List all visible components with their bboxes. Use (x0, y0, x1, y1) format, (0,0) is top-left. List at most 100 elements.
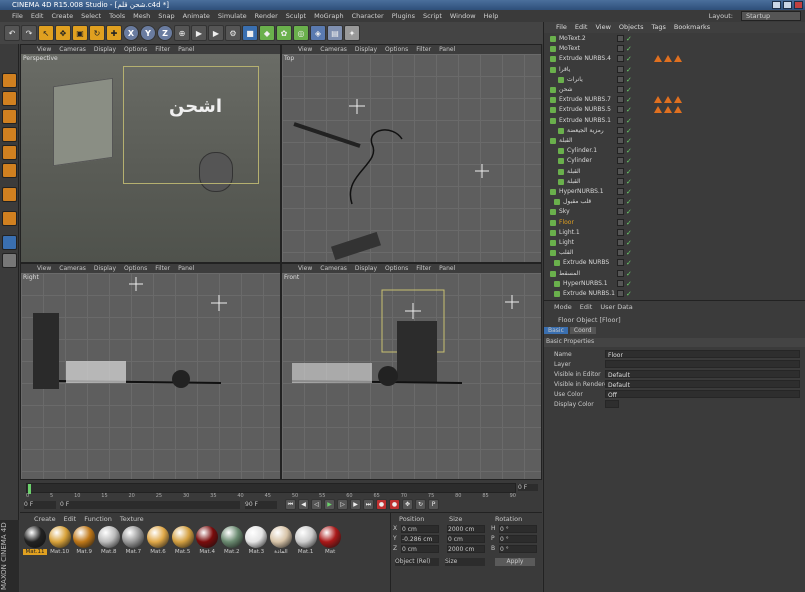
material-swatch[interactable] (24, 526, 46, 548)
visibility-toggle[interactable] (617, 259, 624, 267)
object-row[interactable]: يانرات ✓ (544, 75, 805, 85)
time-ruler[interactable] (26, 483, 516, 494)
enabled-check-icon[interactable]: ✓ (626, 207, 632, 217)
key-rotation-icon[interactable]: ↻ (415, 499, 426, 510)
y-axis-icon[interactable]: Y (140, 25, 156, 41)
object-row[interactable]: Extrude NURBS ✓ (544, 258, 805, 268)
object-row[interactable]: ياقرا ✓ (544, 65, 805, 75)
menu-help[interactable]: Help (480, 12, 503, 20)
object-row[interactable]: Extrude NURBS.1 ✓ (544, 116, 805, 126)
rotation-field[interactable]: 0 ° (499, 545, 537, 553)
material-swatch[interactable] (294, 526, 317, 548)
tab-basic[interactable]: Basic (544, 327, 568, 334)
object-row[interactable]: HyperNURBS.1 ✓ (544, 187, 805, 197)
object-row[interactable]: Extrude NURBS.5 ✓ (544, 105, 805, 115)
material-tag-icon[interactable] (674, 106, 682, 114)
material-tag-icon[interactable] (664, 106, 672, 114)
key-param-icon[interactable]: P (428, 499, 439, 510)
object-row[interactable]: MoText.2 ✓ (544, 34, 805, 44)
visibility-toggle[interactable] (617, 167, 624, 175)
menu-edit[interactable]: Edit (27, 12, 48, 20)
menu-create[interactable]: Create (47, 12, 77, 20)
position-field[interactable]: -0.286 cm (401, 535, 439, 543)
material-swatch[interactable] (73, 526, 96, 548)
enabled-check-icon[interactable]: ✓ (626, 187, 632, 197)
obj-menu-bookmarks[interactable]: Bookmarks (670, 22, 714, 33)
visibility-toggle[interactable] (617, 279, 624, 287)
light-icon[interactable]: ✦ (344, 25, 360, 41)
enabled-check-icon[interactable]: ✓ (626, 289, 632, 299)
enabled-check-icon[interactable]: ✓ (626, 228, 632, 238)
material-tag-icon[interactable] (654, 96, 662, 104)
visibility-toggle[interactable] (617, 290, 624, 297)
material-swatch[interactable] (171, 526, 194, 548)
edges-mode-icon[interactable] (2, 145, 17, 160)
texture-mode-icon[interactable] (2, 91, 17, 106)
menu-snap[interactable]: Snap (154, 12, 178, 20)
vp-menu-cameras[interactable]: Cameras (55, 45, 90, 54)
nurbs-icon[interactable]: ◆ (259, 25, 275, 41)
size-field[interactable]: 0 cm (447, 535, 485, 543)
enabled-check-icon[interactable]: ✓ (626, 197, 632, 207)
obj-menu-edit[interactable]: Edit (571, 22, 592, 33)
visibility-toggle[interactable] (617, 116, 624, 124)
size-field[interactable]: 2000 cm (447, 545, 485, 553)
material-swatch[interactable] (270, 526, 292, 548)
mat-menu-texture[interactable]: Texture (120, 515, 144, 523)
object-row[interactable]: Extrude NURBS.7 ✓ (544, 95, 805, 105)
material-tag-icon[interactable] (654, 106, 662, 114)
current-frame-field[interactable]: 0 F (518, 484, 538, 491)
move-icon[interactable]: ✥ (55, 25, 71, 41)
vp-menu-options[interactable]: Options (120, 264, 151, 273)
enabled-check-icon[interactable]: ✓ (626, 269, 632, 279)
vp-menu-options[interactable]: Options (381, 264, 412, 273)
visibility-toggle[interactable] (617, 147, 624, 155)
prev-frame-icon[interactable]: ◁ (311, 499, 322, 510)
vp-menu-filter[interactable]: Filter (151, 45, 174, 54)
visibility-toggle[interactable] (617, 228, 624, 236)
mat-menu-edit[interactable]: Edit (64, 515, 77, 523)
close-button[interactable] (794, 1, 803, 9)
vp-menu-view[interactable]: View (294, 264, 316, 273)
obj-menu-view[interactable]: View (591, 22, 614, 33)
workplane-icon[interactable] (2, 109, 17, 124)
enabled-check-icon[interactable]: ✓ (626, 34, 632, 44)
x-axis-icon[interactable]: X (123, 25, 139, 41)
menu-select[interactable]: Select (77, 12, 105, 20)
menu-sculpt[interactable]: Sculpt (282, 12, 310, 20)
deformer-icon[interactable]: ◎ (293, 25, 309, 41)
menu-simulate[interactable]: Simulate (214, 12, 251, 20)
z-axis-icon[interactable]: Z (157, 25, 173, 41)
vp-menu-view[interactable]: View (294, 45, 316, 54)
scale-icon[interactable]: ▣ (72, 25, 88, 41)
attribute-field[interactable] (605, 360, 800, 368)
goto-start-icon[interactable]: ⏮ (285, 499, 296, 510)
rotation-field[interactable]: 0 ° (499, 535, 537, 543)
position-field[interactable]: 0 cm (401, 545, 439, 553)
layout-select[interactable]: Startup (741, 11, 801, 21)
record-icon[interactable]: ● (376, 499, 387, 510)
visibility-toggle[interactable] (617, 177, 624, 185)
vp-menu-panel[interactable]: Panel (435, 45, 459, 54)
render-settings-icon[interactable]: ⚙ (225, 25, 241, 41)
attr-menu-userdata[interactable]: User Data (600, 303, 632, 311)
enabled-check-icon[interactable]: ✓ (626, 54, 632, 64)
visibility-toggle[interactable] (617, 65, 624, 73)
material-tag-icon[interactable] (654, 55, 662, 63)
visibility-toggle[interactable] (617, 137, 624, 144)
visibility-toggle[interactable] (617, 269, 624, 277)
attribute-field[interactable]: Default (605, 370, 800, 379)
object-row[interactable]: القبلة ✓ (544, 136, 805, 146)
apply-button[interactable]: Apply (495, 558, 535, 566)
position-field[interactable]: 0 cm (401, 525, 439, 533)
visibility-toggle[interactable] (617, 188, 624, 195)
vp-menu-display[interactable]: Display (351, 45, 381, 54)
menu-render[interactable]: Render (251, 12, 282, 20)
visibility-toggle[interactable] (617, 96, 624, 104)
obj-menu-objects[interactable]: Objects (615, 22, 648, 33)
enabled-check-icon[interactable]: ✓ (626, 136, 632, 146)
attribute-field[interactable]: Default (605, 380, 800, 389)
array-icon[interactable]: ✿ (276, 25, 292, 41)
coord-mode-select[interactable]: Object (Rel) (395, 558, 439, 566)
vp-menu-panel[interactable]: Panel (174, 264, 198, 273)
